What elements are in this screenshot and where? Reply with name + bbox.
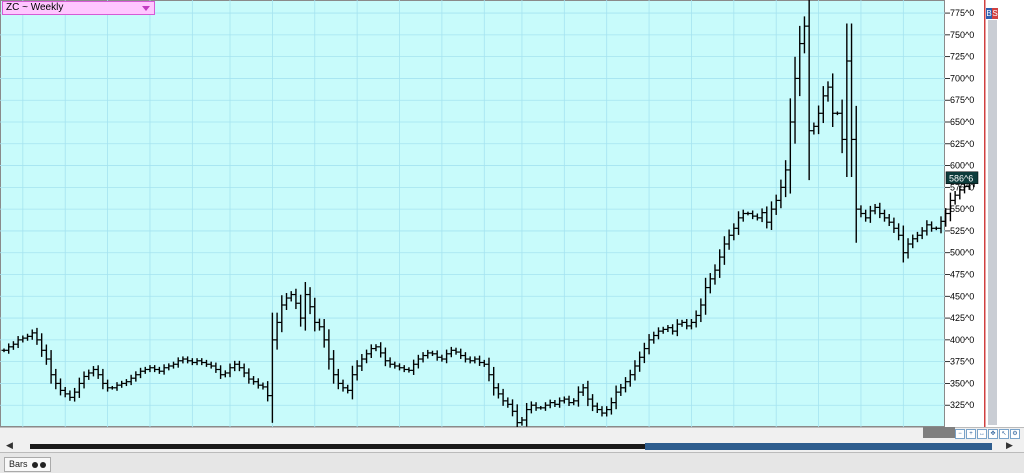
chart-tools: − + ↔ ✥ ↖ ⚙ (955, 429, 1021, 439)
y-tick-label: 625^0 (950, 139, 974, 149)
y-tick-label: 550^0 (950, 204, 974, 214)
tool-zoom-in-icon[interactable]: + (966, 429, 976, 439)
tool-cursor-icon[interactable]: ↖ (999, 429, 1009, 439)
dropdown-arrow-icon[interactable] (142, 6, 150, 11)
y-tick-label: 525^0 (950, 226, 974, 236)
symbol-label: ZC ~ Weekly (6, 2, 64, 13)
y-tick-label: 725^0 (950, 52, 974, 62)
scroll-right-icon[interactable]: ▶ (1006, 440, 1013, 451)
bottom-tab-bar: Bars (0, 452, 1024, 473)
last-price-label: 586^6 (949, 173, 973, 183)
chart-svg: 775^0 750^0 725^0 700^0 675^0 650^0 625^0 600^0… (0, 0, 986, 439)
y-tick-label: 400^0 (950, 335, 974, 345)
y-tick-label: 325^0 (950, 400, 974, 410)
y-tick-label: 425^0 (950, 313, 974, 323)
y-tick-label: 750^0 (950, 30, 974, 40)
y-tick-label: 450^0 (950, 291, 974, 301)
link-icon (32, 461, 39, 468)
link-icon (40, 461, 47, 468)
scroll-end-block (923, 427, 955, 438)
scroll-thumb[interactable] (645, 443, 992, 450)
y-tick-label: 600^0 (950, 161, 974, 171)
horizontal-scrollbar[interactable]: ◀ ▶ (0, 427, 1024, 452)
scroll-left-icon[interactable]: ◀ (6, 440, 13, 451)
y-tick-label: 650^0 (950, 117, 974, 127)
y-tick-label: 375^0 (950, 357, 974, 367)
tool-fit-icon[interactable]: ↔ (977, 429, 987, 439)
y-tick-label: 350^0 (950, 378, 974, 388)
y-tick-label: 500^0 (950, 248, 974, 258)
y-tick-label: 700^0 (950, 73, 974, 83)
bars-tab[interactable]: Bars (4, 457, 52, 472)
symbol-selector[interactable]: ZC ~ Weekly (2, 1, 155, 15)
y-tick-label: 775^0 (950, 8, 974, 18)
y-tick-label: 475^0 (950, 270, 974, 280)
y-tick-label: 675^0 (950, 95, 974, 105)
bars-tab-label: Bars (9, 459, 28, 469)
tool-settings-icon[interactable]: ⚙ (1010, 429, 1020, 439)
tool-zoom-out-icon[interactable]: − (955, 429, 965, 439)
tool-pan-icon[interactable]: ✥ (988, 429, 998, 439)
